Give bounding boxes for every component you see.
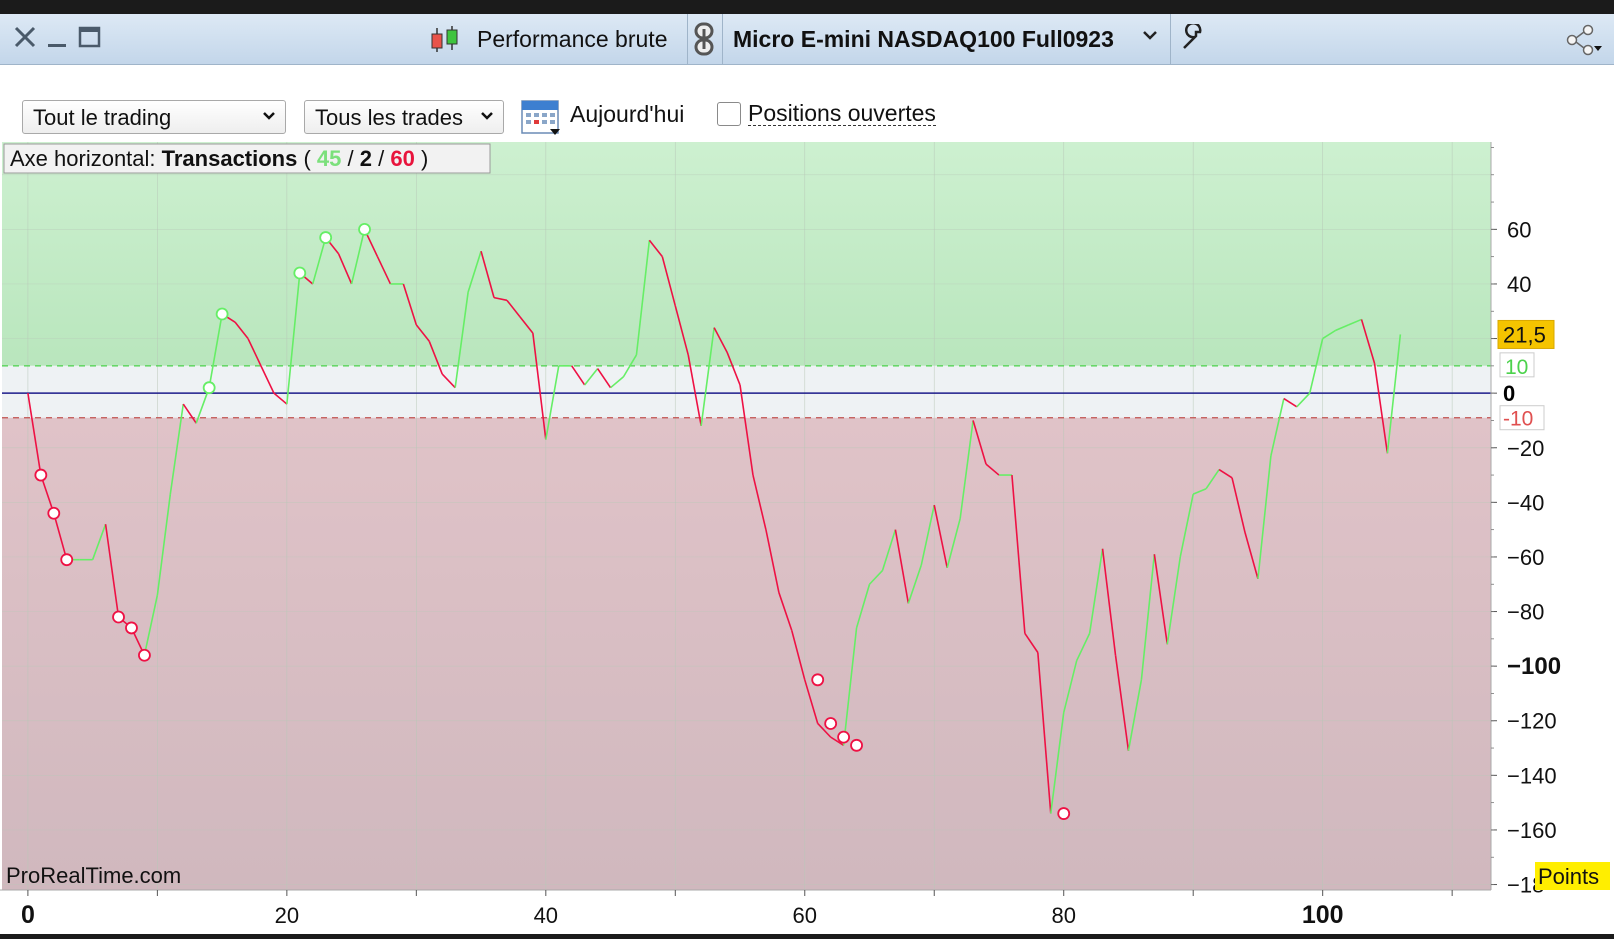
trade-marker [215, 307, 229, 321]
divider [687, 14, 688, 64]
date-label[interactable]: Aujourd'hui [570, 101, 684, 128]
trade-marker [850, 738, 863, 752]
neutral-count: 2 [360, 146, 372, 171]
axis-info-text: Axe horizontal: Transactions ( 45 / 2 / … [10, 146, 428, 171]
y-tick-label: 40 [1507, 272, 1531, 297]
maximize-icon[interactable] [78, 24, 102, 55]
y-tick-label: −20 [1507, 436, 1544, 461]
y-tick-label: −120 [1507, 709, 1557, 734]
lower-band-label: -10 [1503, 408, 1533, 431]
y-tick-label: −100 [1507, 653, 1561, 680]
trade-marker [125, 621, 138, 635]
equity-chart: 60 40 −20 −40 −60 −80 −100 −120 −140 −160 −18 0 20 4… [0, 142, 1614, 934]
y-tick-label: −60 [1507, 545, 1544, 570]
trade-marker [1057, 807, 1071, 820]
chevron-down-icon [479, 104, 495, 133]
close-icon[interactable] [12, 24, 38, 55]
x-tick-label: 80 [1051, 903, 1075, 928]
trade-marker [824, 717, 838, 730]
y-tick-label: −160 [1507, 818, 1557, 843]
y-tick-label: 60 [1507, 217, 1531, 242]
axis-info-slash: / [341, 146, 359, 171]
y-tick-label: −140 [1507, 763, 1557, 788]
trade-marker [138, 648, 151, 662]
instrument-title[interactable]: Micro E-mini NASDAQ100 Full0923 [733, 26, 1114, 53]
minimize-icon[interactable] [46, 24, 68, 55]
upper-band-label: 10 [1505, 356, 1528, 379]
neutral-zone [2, 365, 1491, 418]
y-tick-label: −80 [1507, 600, 1544, 625]
trade-marker [837, 730, 851, 744]
trades-select[interactable]: Tous les trades [304, 100, 504, 134]
positive-zone [2, 142, 1491, 366]
axis-info-close: ) [415, 146, 428, 171]
y-tick-label: −40 [1507, 490, 1544, 515]
trade-marker [202, 381, 216, 395]
wins-count: 45 [317, 146, 341, 171]
open-positions-checkbox[interactable] [717, 102, 741, 126]
trade-marker [112, 610, 125, 624]
axis-info-open: ( [297, 146, 317, 171]
axis-info-name: Transactions [162, 146, 298, 171]
share-icon[interactable] [1564, 24, 1604, 61]
scope-select-value: Tout le trading [33, 105, 172, 130]
last-value-label: 21,5 [1503, 322, 1546, 347]
title-bar: Performance brute Micro E-mini NASDAQ100… [0, 14, 1614, 65]
x-tick-label: 40 [534, 903, 558, 928]
axis-info-slash: / [372, 146, 390, 171]
trades-select-value: Tous les trades [315, 105, 463, 130]
x-tick-label: 0 [21, 901, 35, 929]
x-tick-label: 60 [793, 903, 817, 928]
window-title: Performance brute [477, 26, 668, 52]
zero-label: 0 [1503, 381, 1515, 406]
open-positions-label[interactable]: Positions ouvertes [748, 101, 936, 126]
trade-marker [319, 231, 333, 244]
chevron-down-icon [261, 104, 277, 133]
trade-marker [358, 222, 371, 236]
scope-select[interactable]: Tout le trading [22, 100, 286, 134]
units-label: Points [1538, 864, 1599, 889]
equity-chart-svg: 6040−20−40−60−80−100−120−140−160−18 0 20 4… [0, 142, 1614, 934]
link-icon[interactable] [693, 21, 715, 62]
trade-marker [811, 673, 825, 687]
divider [722, 14, 723, 64]
legend-box: Axe horizontal: Transactions ( 45 / 2 / … [3, 143, 491, 174]
losses-count: 60 [390, 146, 414, 171]
trade-marker [293, 266, 307, 280]
axis-info-prefix: Axe horizontal: [10, 146, 162, 171]
trade-marker [34, 468, 48, 482]
x-tick-label: 20 [275, 903, 299, 928]
x-tick-label: 100 [1302, 901, 1344, 929]
wrench-icon[interactable] [1180, 21, 1208, 57]
trade-marker [60, 553, 74, 567]
watermark: ProRealTime.com [6, 863, 181, 888]
trade-marker [47, 506, 61, 520]
divider [1170, 14, 1171, 64]
candlestick-icon [428, 24, 462, 61]
calendar-icon[interactable] [520, 97, 562, 142]
chevron-down-icon[interactable] [1141, 24, 1159, 51]
